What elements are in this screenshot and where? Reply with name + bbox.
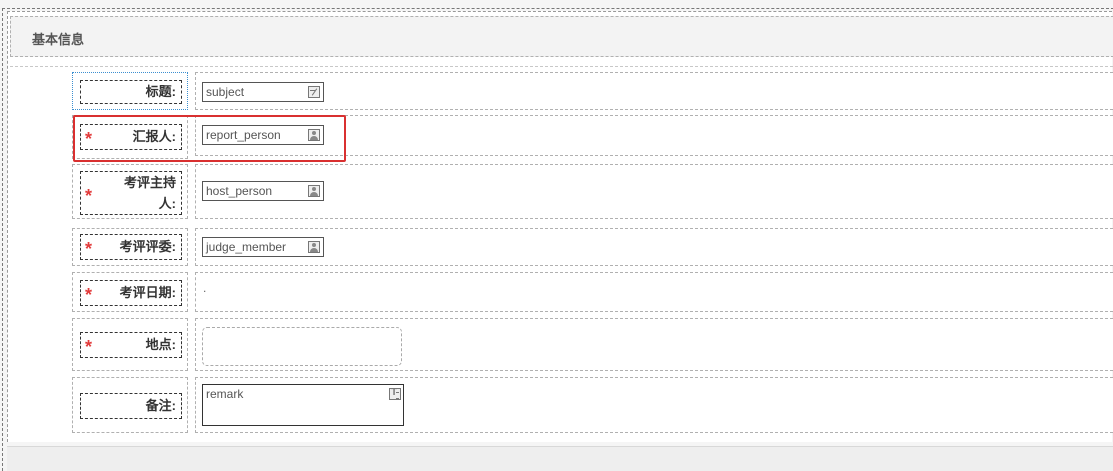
- label-box: * 考评日期:: [80, 280, 182, 306]
- label-cell-judge-member: * 考评评委:: [72, 228, 188, 266]
- label-box: * 汇报人:: [80, 124, 182, 150]
- subject-input[interactable]: subject: [202, 82, 324, 102]
- label-box: * 考评评委:: [80, 234, 182, 260]
- field-label: 考评评委:: [119, 239, 176, 254]
- report-person-value: report_person: [206, 128, 281, 142]
- field-label: 地点:: [145, 337, 176, 352]
- report-person-input[interactable]: report_person: [202, 125, 324, 145]
- required-mark: *: [85, 337, 93, 357]
- remark-value: remark: [206, 387, 244, 401]
- value-cell-judge-date[interactable]: .: [195, 272, 1113, 312]
- label-cell-remark: 备注:: [72, 377, 188, 433]
- field-label-line1: 考评主持: [123, 175, 176, 190]
- value-cell-host-person: host_person: [195, 164, 1113, 219]
- value-cell-remark: remark: [195, 377, 1113, 433]
- host-person-input[interactable]: host_person: [202, 181, 324, 201]
- divider: [10, 66, 1113, 67]
- label-cell-host-person: * 考评主持 人:: [72, 164, 188, 219]
- person-icon[interactable]: [308, 129, 320, 141]
- field-label: 汇报人:: [132, 129, 176, 144]
- label-box: 标题:: [80, 80, 182, 104]
- section-title: 基本信息: [32, 32, 85, 47]
- field-label-line2: 人:: [158, 196, 176, 211]
- field-label: 标题:: [145, 84, 176, 99]
- judge-member-value: judge_member: [206, 240, 287, 254]
- required-mark: *: [85, 239, 93, 259]
- judge-member-input[interactable]: judge_member: [202, 237, 324, 257]
- required-mark: *: [85, 129, 93, 149]
- field-label: 考评日期:: [119, 285, 176, 300]
- label-cell-subject: 标题:: [72, 72, 188, 110]
- value-cell-place: [195, 318, 1113, 371]
- edit-icon[interactable]: [308, 86, 320, 98]
- label-box: * 考评主持 人:: [80, 171, 182, 215]
- text-format-icon[interactable]: [389, 387, 401, 400]
- person-icon[interactable]: [308, 241, 320, 253]
- place-textarea[interactable]: [202, 327, 402, 366]
- field-label: 备注:: [145, 398, 176, 413]
- value-cell-judge-member: judge_member: [195, 228, 1113, 266]
- value-cell-report-person: report_person: [195, 115, 1113, 156]
- date-value[interactable]: .: [203, 281, 206, 295]
- label-cell-report-person: * 汇报人:: [72, 115, 188, 159]
- footer-band: [7, 446, 1113, 471]
- value-cell-subject: subject: [195, 72, 1113, 110]
- required-mark: *: [85, 186, 93, 206]
- label-box: 备注:: [80, 393, 182, 419]
- person-icon[interactable]: [308, 185, 320, 197]
- required-mark: *: [85, 285, 93, 305]
- host-person-value: host_person: [206, 184, 273, 198]
- subject-value: subject: [206, 85, 245, 99]
- remark-textarea[interactable]: remark: [202, 384, 404, 426]
- label-cell-place: * 地点:: [72, 318, 188, 371]
- label-box: * 地点:: [80, 332, 182, 358]
- label-cell-judge-date: * 考评日期:: [72, 272, 188, 312]
- section-header: 基本信息: [10, 16, 1113, 57]
